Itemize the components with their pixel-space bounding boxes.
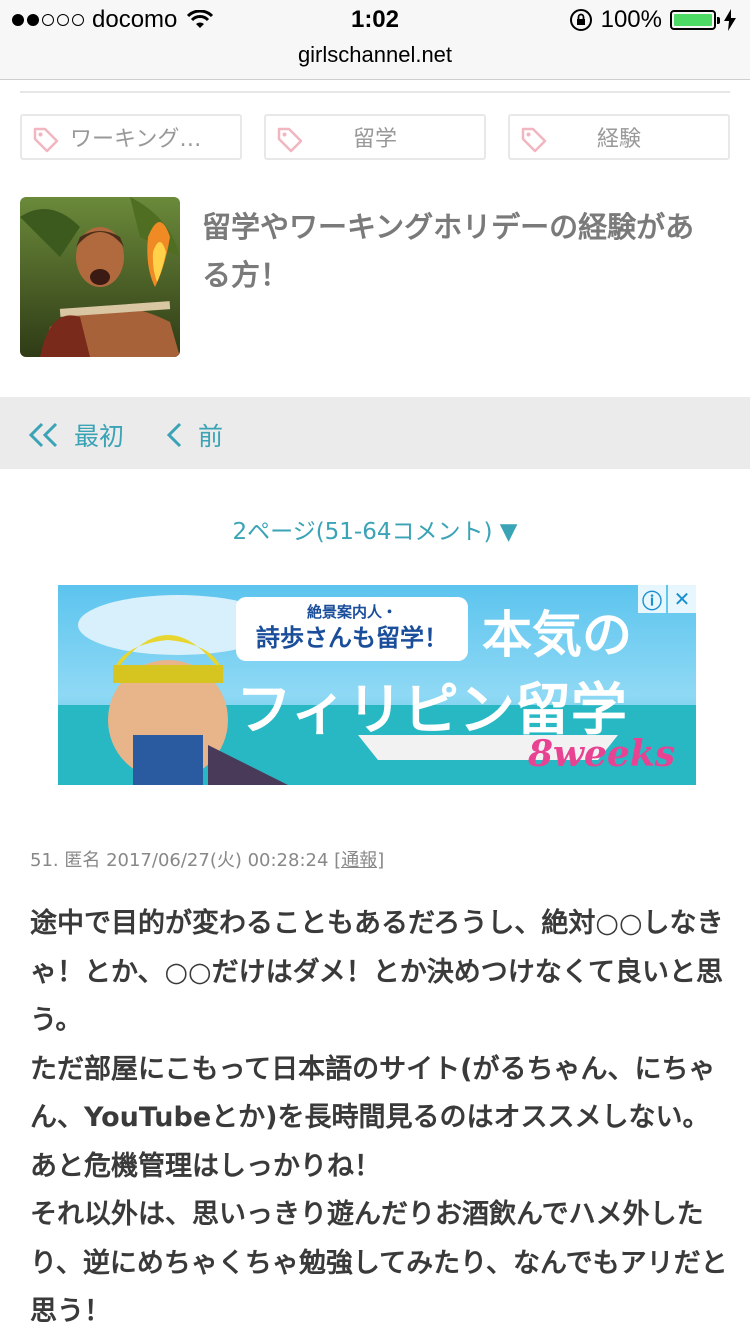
tag-label: 経験 bbox=[596, 127, 641, 152]
first-page-label: 最初 bbox=[74, 422, 125, 451]
ad-bubble: 絶景案内人・ 詩歩さんも留学！ bbox=[236, 597, 468, 661]
report-link[interactable]: [通報] bbox=[334, 850, 384, 871]
ad-headline1: 本気の bbox=[482, 605, 632, 664]
pagination-bar: 最初 前 bbox=[0, 397, 750, 469]
ad-controls: ⓘ ✕ bbox=[638, 585, 696, 613]
tag-icon bbox=[521, 127, 547, 153]
comment-line: 途中で目的が変わることもあるだろうし、絶対○○しなきゃ！とか、○○だけはダメ！と… bbox=[30, 908, 724, 1036]
address-bar[interactable]: girlschannel.net bbox=[0, 40, 750, 80]
tag-icon bbox=[33, 127, 59, 153]
ad-bubble-line1: 絶景案内人・ bbox=[306, 603, 397, 621]
tag-working-holiday[interactable]: ワーキング… bbox=[20, 114, 242, 160]
comment-line: それ以外は、思いっきり遊んだりお酒飲んでハメ外したり、逆にめちゃくちゃ勉強してみ… bbox=[30, 1199, 728, 1327]
topic-thumbnail[interactable] bbox=[20, 197, 180, 357]
ad-bubble-line2: 詩歩さんも留学！ bbox=[256, 624, 448, 652]
topic-title[interactable]: 留学やワーキングホリデーの経験がある方！ bbox=[202, 203, 722, 299]
url-text[interactable]: girlschannel.net bbox=[298, 42, 452, 67]
first-page-link[interactable]: 最初 bbox=[28, 417, 124, 453]
status-right: 100% bbox=[569, 6, 736, 34]
ad-brand: 8weeks bbox=[528, 733, 676, 775]
tag-experience[interactable]: 経験 bbox=[508, 114, 730, 160]
double-chevron-left-icon bbox=[28, 422, 58, 448]
tag-study-abroad[interactable]: 留学 bbox=[264, 114, 486, 160]
divider bbox=[20, 91, 730, 93]
ad-banner[interactable]: 絶景案内人・ 詩歩さんも留学！ 本気の フィリピン留学 8weeks ⓘ ✕ bbox=[58, 585, 696, 785]
page-selector[interactable]: 2ページ(51-64コメント) ▼ bbox=[0, 512, 750, 546]
battery-percent: 100% bbox=[600, 6, 662, 33]
status-bar: docomo 1:02 100% bbox=[0, 0, 750, 40]
battery-level bbox=[674, 14, 712, 26]
prev-page-link[interactable]: 前 bbox=[166, 417, 223, 453]
comment-meta: 51. 匿名 2017/06/27(火) 00:28:24 [通報] bbox=[30, 846, 384, 872]
topic-header[interactable]: 留学やワーキングホリデーの経験がある方！ bbox=[20, 197, 730, 357]
comment-line: ただ部屋にこもって日本語のサイト(がるちゃん、にちゃん、YouTubeとか)を長… bbox=[30, 1053, 716, 1182]
info-icon[interactable]: ⓘ bbox=[638, 585, 666, 613]
tag-label: 留学 bbox=[352, 127, 397, 152]
tag-icon bbox=[277, 127, 303, 153]
comment-header: 51. 匿名 2017/06/27(火) 00:28:24 bbox=[30, 850, 329, 871]
tag-list: ワーキング… 留学 経験 bbox=[20, 114, 730, 160]
battery-icon bbox=[670, 10, 720, 30]
close-icon[interactable]: ✕ bbox=[668, 585, 696, 613]
rotation-lock-icon bbox=[569, 9, 592, 31]
prev-page-label: 前 bbox=[198, 422, 224, 451]
tag-label: ワーキング… bbox=[70, 127, 202, 152]
comment-body: 途中で目的が変わることもあるだろうし、絶対○○しなきゃ！とか、○○だけはダメ！と… bbox=[30, 900, 730, 1334]
chevron-left-icon bbox=[166, 422, 182, 448]
charging-icon bbox=[724, 9, 736, 31]
